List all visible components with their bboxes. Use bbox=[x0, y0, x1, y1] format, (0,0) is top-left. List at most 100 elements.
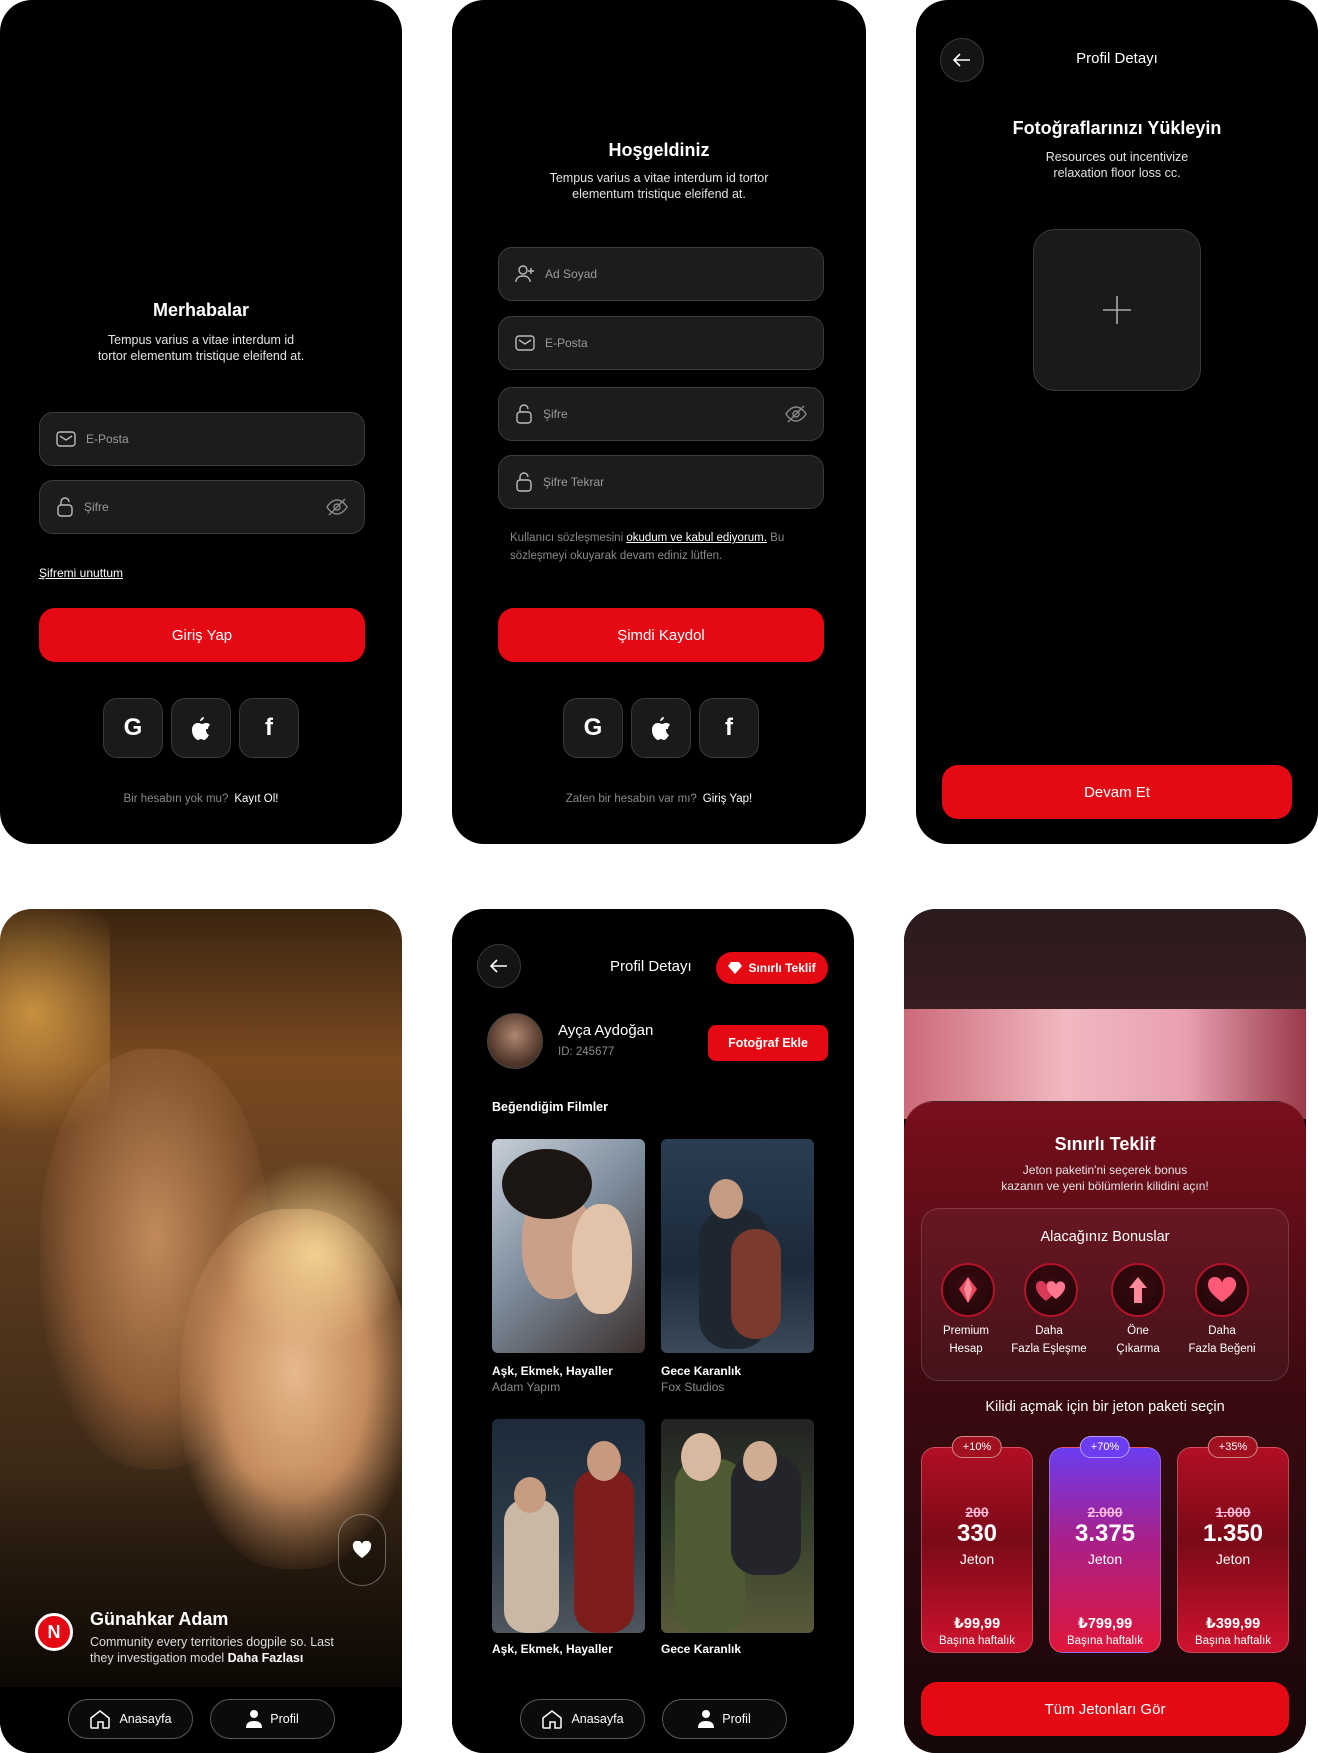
lock-icon bbox=[57, 497, 73, 517]
google-button[interactable]: G bbox=[103, 698, 163, 758]
profile-name: Ayça Aydoğan bbox=[558, 1022, 654, 1039]
new-amount: 3.375 bbox=[1074, 1520, 1136, 1547]
login-button[interactable]: Giriş Yap bbox=[39, 608, 365, 662]
forgot-password-link[interactable]: Şifremi unuttum bbox=[39, 566, 123, 580]
bottom-nav: Anasayfa Profil bbox=[0, 1687, 402, 1753]
email-field[interactable]: E-Posta bbox=[39, 412, 365, 466]
offer-badge-label: Sınırlı Teklif bbox=[748, 961, 816, 975]
offer-sheet bbox=[904, 1101, 1306, 1753]
old-amount: 200 bbox=[965, 1504, 989, 1520]
user-add-icon bbox=[515, 265, 534, 283]
heart-icon bbox=[1195, 1263, 1249, 1317]
name-placeholder: Ad Soyad bbox=[545, 267, 598, 281]
token-package-featured[interactable]: +70% 2.000 3.375 Jeton ₺799,99 Başına ha… bbox=[1049, 1436, 1161, 1653]
apple-button[interactable] bbox=[171, 698, 231, 758]
register-title: Hoşgeldiniz bbox=[608, 140, 710, 160]
login-prompt: Zaten bir hesabın var mı? Giriş Yap! bbox=[565, 793, 753, 805]
new-amount: 330 bbox=[956, 1520, 998, 1547]
apple-icon bbox=[192, 717, 210, 740]
password-field[interactable]: Şifre bbox=[39, 480, 365, 534]
movie-title: Gece Karanlık bbox=[661, 1642, 742, 1656]
price-period: Başına haftalık bbox=[1066, 1635, 1144, 1647]
eye-off-icon[interactable] bbox=[326, 498, 348, 516]
profile-id: ID: 245677 bbox=[558, 1046, 615, 1058]
blurred-background bbox=[904, 909, 1306, 1119]
nav-profile[interactable]: Profil bbox=[662, 1699, 787, 1739]
terms-link[interactable]: okudum ve kabul ediyorum. bbox=[626, 532, 767, 544]
back-button[interactable] bbox=[477, 944, 521, 988]
movie-studio: Fox Studios bbox=[661, 1380, 725, 1394]
register-screen: Hoşgeldiniz Tempus varius a vitae interd… bbox=[452, 0, 866, 844]
offer-title: Sınırlı Teklif bbox=[1054, 1134, 1156, 1154]
apple-button[interactable] bbox=[631, 698, 691, 758]
login-title: Merhabalar bbox=[152, 300, 250, 320]
google-icon: G bbox=[583, 714, 603, 741]
arrow-left-icon bbox=[490, 959, 507, 973]
like-button[interactable] bbox=[338, 1514, 386, 1586]
email-field[interactable]: E-Posta bbox=[498, 316, 824, 370]
limited-offer-button[interactable]: Sınırlı Teklif bbox=[716, 952, 828, 984]
old-amount: 1.000 bbox=[1215, 1504, 1251, 1520]
price-period: Başına haftalık bbox=[938, 1635, 1016, 1647]
upload-subtitle: Resources out incentivize relaxation floo… bbox=[1045, 150, 1189, 180]
token-package[interactable]: +35% 1.000 1.350 Jeton ₺399,99 Başına ha… bbox=[1177, 1436, 1289, 1653]
name-field[interactable]: Ad Soyad bbox=[498, 247, 824, 301]
movie-poster[interactable] bbox=[492, 1419, 645, 1633]
signup-link[interactable]: Kayıt Ol! bbox=[234, 793, 278, 805]
diamond-icon bbox=[941, 1263, 995, 1317]
facebook-button[interactable]: f bbox=[239, 698, 299, 758]
bonus-label: Premium Hesap bbox=[942, 1325, 989, 1355]
avatar bbox=[487, 1013, 543, 1069]
bonus-title: Alacağınız Bonuslar bbox=[1040, 1229, 1170, 1245]
nav-home[interactable]: Anasayfa bbox=[520, 1699, 645, 1739]
home-icon bbox=[90, 1710, 111, 1729]
lock-icon bbox=[516, 404, 532, 424]
apple-icon bbox=[652, 717, 670, 740]
bonus-label: Daha Fazla Beğeni bbox=[1188, 1325, 1256, 1355]
password-repeat-placeholder: Şifre Tekrar bbox=[543, 475, 605, 489]
more-link[interactable]: Daha Fazlası bbox=[228, 1651, 304, 1665]
facebook-button[interactable]: f bbox=[699, 698, 759, 758]
password-placeholder: Şifre bbox=[84, 500, 109, 514]
upload-screen: Profil Detayı Fotoğraflarınızı Yükleyin … bbox=[916, 0, 1318, 844]
eye-off-icon[interactable] bbox=[785, 405, 807, 423]
photo-upload-box[interactable] bbox=[1033, 229, 1201, 391]
movie-poster[interactable] bbox=[661, 1139, 814, 1353]
email-placeholder: E-Posta bbox=[545, 336, 588, 350]
login-link[interactable]: Giriş Yap! bbox=[703, 793, 752, 805]
plus-icon bbox=[1103, 296, 1131, 324]
nav-profile-label: Profil bbox=[722, 1712, 751, 1726]
bonus-badge: +35% bbox=[1207, 1436, 1259, 1458]
offer-screen: Sınırlı Teklif Jeton paketin'ni seçerek … bbox=[904, 909, 1306, 1753]
amount-unit: Jeton bbox=[1215, 1551, 1251, 1567]
gem-icon bbox=[728, 962, 743, 974]
amount-unit: Jeton bbox=[1087, 1551, 1123, 1567]
terms-text: Kullanıcı sözleşmesini okudum ve kabul e… bbox=[510, 532, 785, 562]
user-icon bbox=[698, 1710, 715, 1728]
add-photo-button[interactable]: Fotoğraf Ekle bbox=[708, 1025, 828, 1061]
token-package[interactable]: +10% 200 330 Jeton ₺99,99 Başına haftalı… bbox=[921, 1436, 1033, 1653]
movie-title: Aşk, Ekmek, Hayaller bbox=[492, 1364, 613, 1378]
movie-poster[interactable] bbox=[492, 1139, 645, 1353]
movie-poster[interactable] bbox=[661, 1419, 814, 1633]
password-repeat-field[interactable]: Şifre Tekrar bbox=[498, 455, 824, 509]
google-button[interactable]: G bbox=[563, 698, 623, 758]
user-icon bbox=[246, 1710, 263, 1728]
boost-arrow-icon bbox=[1111, 1263, 1165, 1317]
offer-subtitle: Jeton paketin'ni seçerek bonus kazanın ve… bbox=[1001, 1163, 1209, 1193]
double-heart-icon bbox=[1024, 1263, 1078, 1317]
nav-profile[interactable]: Profil bbox=[210, 1699, 335, 1739]
choose-package-text: Kilidi açmak için bir jeton paketi seçin bbox=[985, 1399, 1225, 1415]
mail-icon bbox=[56, 431, 76, 447]
nav-home[interactable]: Anasayfa bbox=[68, 1699, 193, 1739]
channel-logo: N bbox=[35, 1613, 73, 1651]
register-subtitle: Tempus varius a vitae interdum id tortor… bbox=[549, 171, 769, 201]
see-all-tokens-button[interactable]: Tüm Jetonları Gör bbox=[921, 1682, 1289, 1736]
movie-title: Günahkar Adam bbox=[90, 1609, 229, 1629]
nav-home-label: Anasayfa bbox=[571, 1712, 624, 1726]
continue-button[interactable]: Devam Et bbox=[942, 765, 1292, 819]
password-field[interactable]: Şifre bbox=[498, 387, 824, 441]
bonus-badge: +10% bbox=[951, 1436, 1003, 1458]
bonus-label: Daha Fazla Eşleşme bbox=[1011, 1325, 1087, 1355]
register-button[interactable]: Şimdi Kaydol bbox=[498, 608, 824, 662]
